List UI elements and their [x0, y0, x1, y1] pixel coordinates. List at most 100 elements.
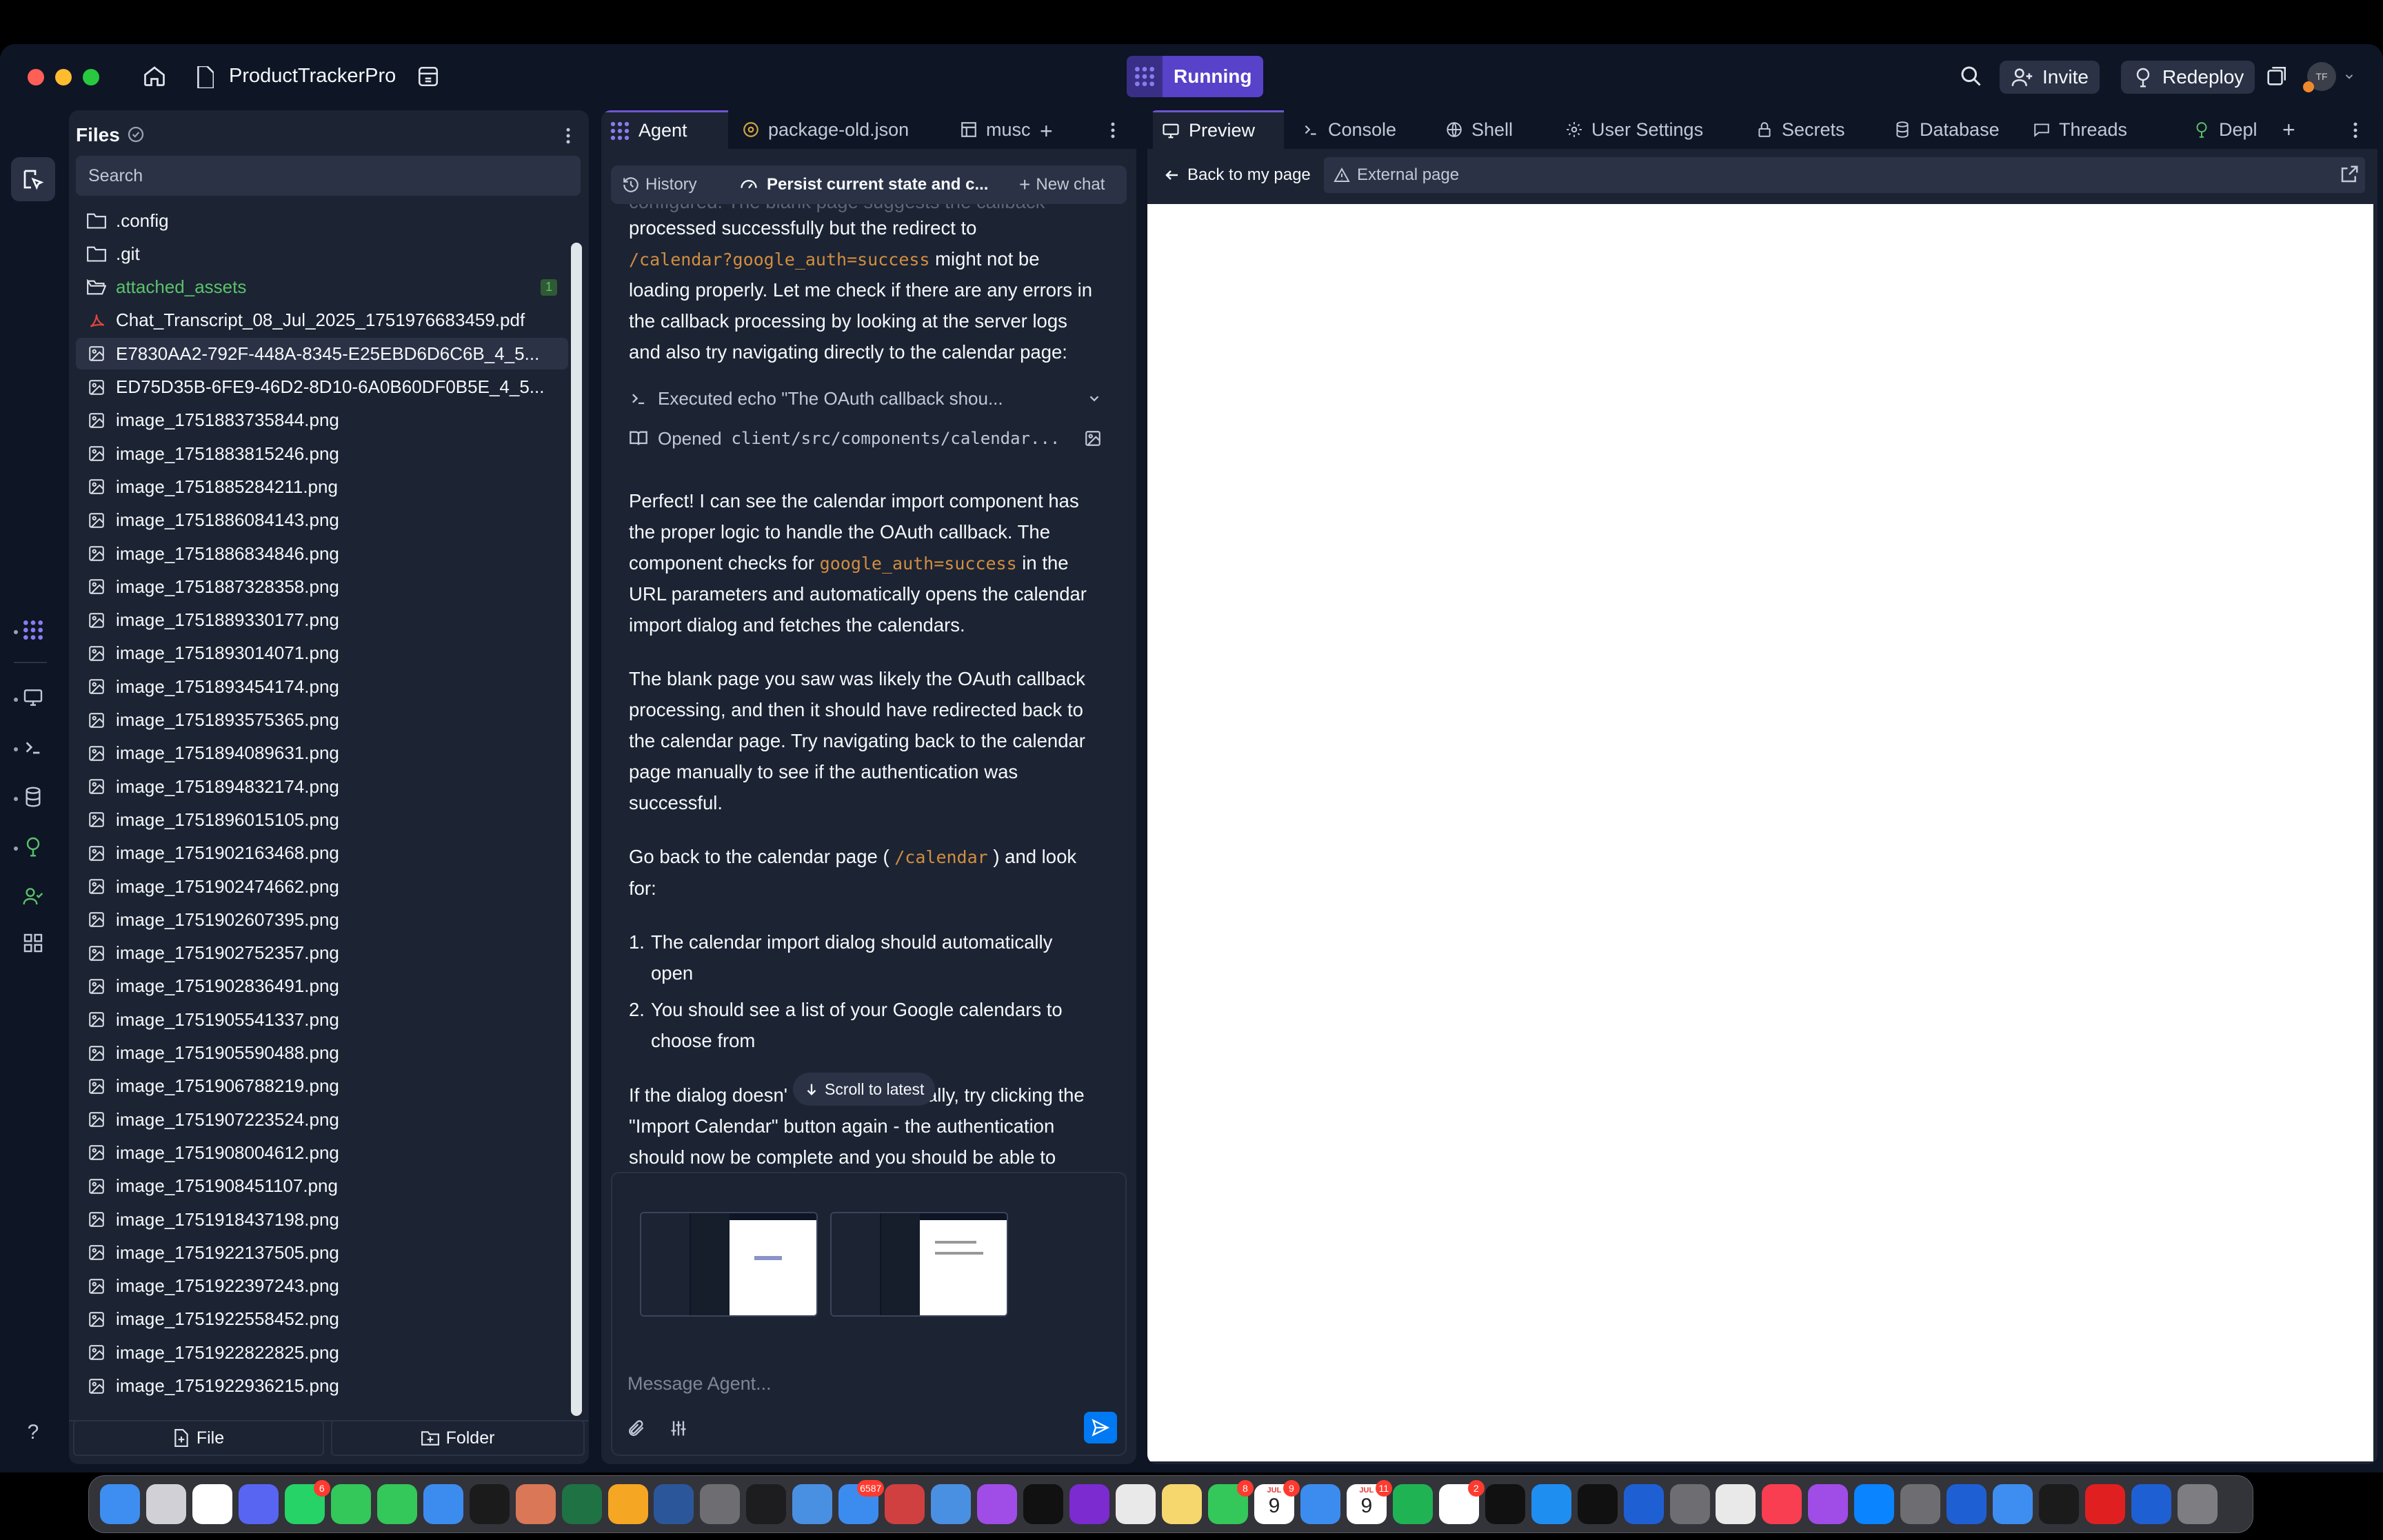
tasks-icon[interactable]: [1947, 1484, 1987, 1524]
file-tree-item[interactable]: attached_assets 1: [76, 272, 568, 303]
preview-webview[interactable]: [1147, 204, 2373, 1461]
minimize-window-button[interactable]: [55, 69, 72, 85]
file-tree-item[interactable]: image_1751922936215.png: [76, 1370, 568, 1402]
apple-tv-icon[interactable]: [1485, 1484, 1525, 1524]
apps-grid-icon[interactable]: [18, 928, 48, 958]
tab-package-old-json[interactable]: package-old.json: [734, 110, 917, 149]
tab-user-settings[interactable]: User Settings: [1557, 110, 1738, 149]
file-tree-item[interactable]: image_1751902474662.png: [76, 871, 568, 902]
terminal-icon[interactable]: [746, 1484, 787, 1524]
tab-console[interactable]: Console: [1294, 110, 1425, 149]
bridge-icon[interactable]: [2085, 1484, 2126, 1524]
opened-file-row[interactable]: Opened client/src/components/calendar...: [629, 422, 1112, 455]
redeploy-button[interactable]: Redeploy: [2121, 61, 2255, 94]
chatgpt-icon[interactable]: [469, 1484, 510, 1524]
file-tree-item[interactable]: image_1751902836491.png: [76, 971, 568, 1002]
file-tree-item[interactable]: image_1751922397243.png: [76, 1270, 568, 1302]
file-tree-item[interactable]: image_1751893575365.png: [76, 705, 568, 736]
tab-depl[interactable]: Depl: [2184, 110, 2274, 149]
search-icon[interactable]: [1958, 63, 1983, 88]
tab-shell[interactable]: Shell: [1437, 110, 1547, 149]
agent-more-icon[interactable]: [1106, 120, 1120, 141]
file-tree-item[interactable]: image_1751886834846.png: [76, 538, 568, 569]
attachment-thumbnail-1[interactable]: [640, 1212, 818, 1317]
add-preview-tab-icon[interactable]: +: [2282, 117, 2295, 143]
file-tree-item[interactable]: .config: [76, 205, 568, 236]
password-icon[interactable]: [2131, 1484, 2172, 1524]
file-tree-item[interactable]: image_1751893454174.png: [76, 671, 568, 702]
history-button[interactable]: History: [622, 171, 697, 199]
run-status-button[interactable]: Running: [1127, 56, 1263, 97]
xcode-icon[interactable]: [1531, 1484, 1571, 1524]
file-tree-item[interactable]: image_1751883735844.png: [76, 405, 568, 436]
project-menu-icon[interactable]: [416, 65, 440, 88]
files-scrollbar-thumb[interactable]: [571, 243, 582, 1416]
address-bar[interactable]: External page: [1324, 157, 2365, 193]
settings-sliders-icon[interactable]: [669, 1419, 688, 1438]
file-tree-item[interactable]: Chat_Transcript_08_Jul_2025_175197668345…: [76, 305, 568, 336]
tab-threads[interactable]: Threads: [2024, 110, 2175, 149]
file-tree-item[interactable]: image_1751908004612.png: [76, 1137, 568, 1168]
open-file-image-icon[interactable]: [1084, 429, 1102, 447]
file-tree-item[interactable]: image_1751886084143.png: [76, 505, 568, 536]
safari-icon[interactable]: [931, 1484, 972, 1524]
messenger-icon[interactable]: [1854, 1484, 1895, 1524]
trash-icon[interactable]: [2178, 1484, 2218, 1524]
numbers-icon[interactable]: [330, 1484, 371, 1524]
attach-paperclip-icon[interactable]: [626, 1419, 645, 1438]
tab-secrets[interactable]: Secrets: [1747, 110, 1876, 149]
file-tree-item[interactable]: image_1751902163468.png: [76, 838, 568, 869]
open-external-icon[interactable]: [2339, 164, 2360, 185]
podcasts-icon[interactable]: [977, 1484, 1018, 1524]
ai-app-icon[interactable]: [1069, 1484, 1110, 1524]
project-name[interactable]: ProductTrackerPro: [229, 65, 396, 88]
disk-utility-icon[interactable]: [700, 1484, 741, 1524]
executed-action-row[interactable]: Executed echo "The OAuth callback shou..…: [629, 382, 1112, 415]
agent-rail-icon[interactable]: [18, 615, 48, 645]
scroll-to-latest-button[interactable]: Scroll to latest: [793, 1073, 936, 1106]
testflight-icon[interactable]: [423, 1484, 463, 1524]
help-icon[interactable]: ?: [18, 1417, 48, 1448]
new-folder-button[interactable]: Folder: [331, 1420, 585, 1456]
file-tree-item[interactable]: image_1751922822825.png: [76, 1337, 568, 1368]
thread-title[interactable]: Persist current state and c...: [739, 171, 988, 199]
chevron-down-icon[interactable]: [2343, 70, 2355, 83]
file-tree-item[interactable]: image_1751893014071.png: [76, 638, 568, 669]
chat-app-icon[interactable]: [1808, 1484, 1849, 1524]
books-icon[interactable]: [1716, 1484, 1756, 1524]
file-tree-item[interactable]: image_1751905590488.png: [76, 1037, 568, 1069]
taska-icon[interactable]: [1577, 1484, 1618, 1524]
finder-icon[interactable]: [100, 1484, 140, 1524]
expand-chevron-icon[interactable]: [1087, 391, 1102, 406]
file-tree-item[interactable]: image_1751883815246.png: [76, 438, 568, 469]
messages-icon[interactable]: [376, 1484, 417, 1524]
whatsapp-icon[interactable]: 6: [284, 1480, 330, 1524]
user-check-icon[interactable]: [18, 881, 48, 911]
grammarly-icon[interactable]: [1392, 1484, 1433, 1524]
launchpad-icon[interactable]: [145, 1484, 186, 1524]
files-scrollbar[interactable]: [571, 243, 582, 1416]
excel-icon[interactable]: [561, 1484, 602, 1524]
terminal-icon[interactable]: [18, 732, 48, 762]
freeform-icon[interactable]: [1623, 1484, 1664, 1524]
file-tree-item[interactable]: image_1751894089631.png: [76, 738, 568, 769]
invite-button[interactable]: Invite: [2000, 61, 2100, 94]
file-tree-item[interactable]: image_1751894832174.png: [76, 771, 568, 802]
word-icon[interactable]: [654, 1484, 694, 1524]
preview-icon[interactable]: [1993, 1484, 2033, 1524]
back-to-my-page-button[interactable]: Back to my page: [1164, 160, 1311, 190]
discord-icon[interactable]: [238, 1484, 279, 1524]
database-icon[interactable]: [18, 782, 48, 812]
translate-icon[interactable]: [1300, 1484, 1340, 1524]
photo-booth-icon[interactable]: [885, 1484, 925, 1524]
file-tree-item[interactable]: .git: [76, 238, 568, 270]
file-tree-item[interactable]: image_1751906788219.png: [76, 1071, 568, 1102]
file-tree-item[interactable]: ED75D35B-6FE9-46D2-8D10-6A0B60DF0B5E_4_5…: [76, 372, 568, 403]
file-tree-item[interactable]: image_1751918437198.png: [76, 1204, 568, 1235]
remote-icon[interactable]: [2039, 1484, 2080, 1524]
calendar-alt-icon[interactable]: 11 JUL 9: [1346, 1480, 1392, 1524]
claude-icon[interactable]: [515, 1484, 556, 1524]
file-tree-item[interactable]: image_1751902752357.png: [76, 938, 568, 969]
tab-agent[interactable]: Agent: [601, 110, 728, 149]
scripts-icon[interactable]: [1900, 1484, 1941, 1524]
